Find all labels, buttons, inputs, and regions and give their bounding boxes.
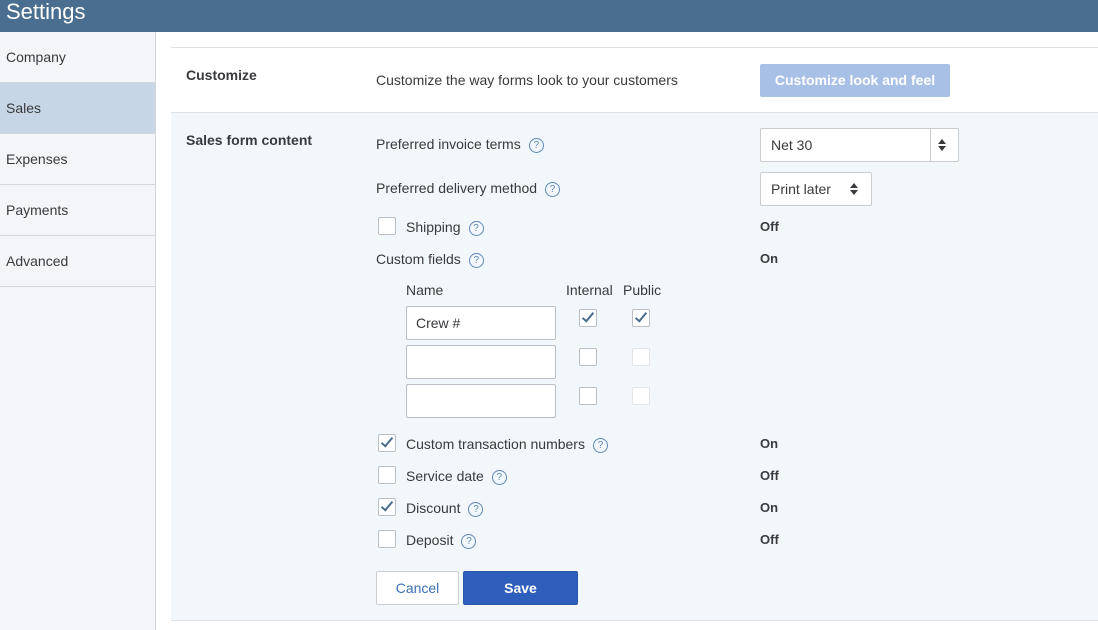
- customize-section: Customize Customize the way forms look t…: [171, 48, 1098, 113]
- custom-fields-name-header: Name: [406, 282, 444, 298]
- service-date-label: Service date: [406, 468, 484, 484]
- checkmark-icon: [634, 309, 648, 323]
- save-button[interactable]: Save: [463, 571, 578, 605]
- customize-label: Customize: [186, 67, 257, 83]
- page-title: Settings: [6, 0, 86, 24]
- custom-field-name-input[interactable]: [406, 306, 556, 340]
- help-icon[interactable]: ?: [461, 534, 477, 549]
- deposit-status: Off: [760, 532, 779, 547]
- help-icon[interactable]: ?: [468, 221, 484, 236]
- customize-look-and-feel-button[interactable]: Customize look and feel: [760, 64, 950, 97]
- deposit-checkbox[interactable]: [378, 530, 396, 548]
- shipping-label: Shipping: [406, 219, 461, 235]
- sidebar: Company Sales Expenses Payments Advanced: [0, 32, 156, 630]
- custom-transaction-numbers-row: Custom transaction numbers?: [406, 436, 608, 453]
- up-down-arrows-icon: [938, 139, 946, 151]
- help-icon[interactable]: ?: [545, 182, 561, 197]
- delivery-method-row: Preferred delivery method?: [376, 180, 561, 197]
- cancel-button[interactable]: Cancel: [376, 571, 459, 605]
- shipping-status: Off: [760, 219, 779, 234]
- settings-main: Customize Customize the way forms look t…: [156, 32, 1098, 630]
- sidebar-item-sales[interactable]: Sales: [0, 83, 155, 134]
- invoice-terms-value: Net 30: [771, 137, 813, 153]
- custom-fields-public-header: Public: [623, 282, 662, 298]
- custom-field-public-checkbox[interactable]: [632, 348, 650, 366]
- sidebar-item-expenses[interactable]: Expenses: [0, 134, 155, 185]
- header-bar: Settings: [0, 0, 1098, 32]
- custom-field-internal-checkbox[interactable]: [579, 348, 597, 366]
- checkmark-icon: [380, 498, 394, 512]
- customize-description: Customize the way forms look to your cus…: [376, 72, 678, 88]
- discount-checkbox[interactable]: [378, 498, 396, 516]
- help-icon[interactable]: ?: [491, 470, 507, 485]
- custom-transaction-numbers-label: Custom transaction numbers: [406, 436, 585, 452]
- custom-field-public-checkbox[interactable]: [632, 309, 650, 327]
- custom-field-public-checkbox[interactable]: [632, 387, 650, 405]
- help-icon[interactable]: ?: [528, 138, 544, 153]
- sidebar-item-advanced[interactable]: Advanced: [0, 236, 155, 287]
- custom-fields-internal-header: Internal: [566, 282, 613, 298]
- custom-transaction-numbers-status: On: [760, 436, 779, 451]
- discount-label: Discount: [406, 500, 461, 516]
- help-icon[interactable]: ?: [468, 502, 484, 517]
- service-date-checkbox[interactable]: [378, 466, 396, 484]
- shipping-checkbox[interactable]: [378, 217, 396, 235]
- custom-field-internal-checkbox[interactable]: [579, 309, 597, 327]
- deposit-row: Deposit?: [406, 532, 477, 549]
- custom-fields-label: Custom fields: [376, 251, 461, 267]
- service-date-status: Off: [760, 468, 779, 483]
- up-down-arrows-icon: [850, 183, 858, 195]
- custom-field-name-input[interactable]: [406, 345, 556, 379]
- custom-transaction-numbers-checkbox[interactable]: [378, 434, 396, 452]
- discount-row: Discount?: [406, 500, 484, 517]
- deposit-label: Deposit: [406, 532, 454, 548]
- sales-form-content-section: Sales form content Preferred invoice ter…: [171, 113, 1098, 621]
- discount-status: On: [760, 500, 779, 515]
- help-icon[interactable]: ?: [468, 253, 484, 268]
- sidebar-item-payments[interactable]: Payments: [0, 185, 155, 236]
- shipping-row: Shipping?: [406, 219, 484, 236]
- help-icon[interactable]: ?: [592, 438, 608, 453]
- checkmark-icon: [581, 309, 595, 323]
- service-date-row: Service date?: [406, 468, 507, 485]
- custom-field-name-input[interactable]: [406, 384, 556, 418]
- delivery-method-label: Preferred delivery method: [376, 180, 538, 196]
- sidebar-item-company[interactable]: Company: [0, 32, 155, 83]
- custom-fields-status: On: [760, 251, 779, 266]
- sales-form-content-label: Sales form content: [186, 132, 313, 148]
- invoice-terms-select[interactable]: Net 30: [760, 128, 959, 162]
- invoice-terms-label: Preferred invoice terms: [376, 136, 521, 152]
- delivery-method-select[interactable]: Print later: [760, 172, 872, 206]
- delivery-method-value: Print later: [771, 181, 831, 197]
- invoice-terms-row: Preferred invoice terms?: [376, 136, 544, 153]
- custom-field-internal-checkbox[interactable]: [579, 387, 597, 405]
- checkmark-icon: [380, 434, 394, 448]
- custom-fields-row: Custom fields?: [376, 251, 484, 268]
- select-divider: [930, 129, 931, 161]
